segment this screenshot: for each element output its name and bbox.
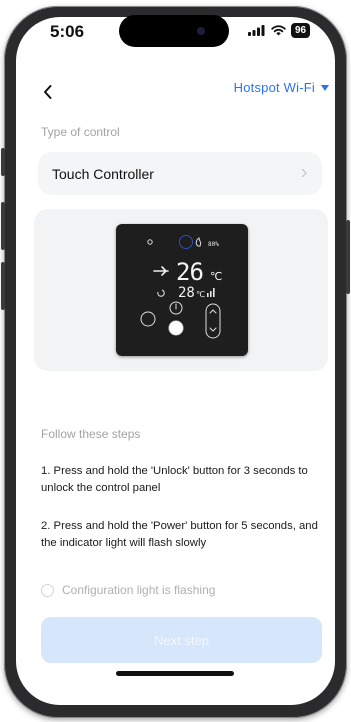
thermostat-display: 80% 26 ℃ 28 ℃	[140, 235, 222, 339]
wifi-icon	[271, 24, 286, 35]
signal-bars-icon	[207, 288, 215, 297]
set-temp-unit: ℃	[196, 290, 205, 299]
power-button	[346, 220, 350, 294]
set-temperature: 28	[178, 285, 195, 301]
volume-down-button	[1, 262, 5, 310]
dynamic-island	[119, 15, 229, 47]
unlock-icon	[153, 266, 169, 276]
device-illustration-card: 80% 26 ℃ 28 ℃	[34, 209, 328, 371]
confirm-label: Configuration light is flashing	[62, 583, 216, 597]
home-indicator	[116, 671, 234, 676]
steps-label: Follow these steps	[41, 427, 141, 441]
battery-percent: 80%	[208, 241, 219, 248]
control-type-label: Type of control	[41, 125, 120, 139]
step-1-text: 1. Press and hold the 'Unlock' button fo…	[41, 465, 308, 494]
mode-button-icon	[168, 320, 184, 336]
volume-up-button	[1, 202, 5, 250]
step-2-text: 2. Press and hold the 'Power' button for…	[41, 520, 318, 549]
thermostat-image: 80% 26 ℃ 28 ℃	[116, 224, 248, 356]
network-label: Hotspot Wi-Fi	[233, 80, 315, 95]
battery-indicator: 96	[291, 22, 311, 38]
lock-icon	[157, 289, 165, 297]
chevron-right-icon	[301, 168, 307, 178]
unlock-ring-icon	[179, 235, 193, 249]
silent-switch	[1, 148, 5, 176]
signal-icon	[248, 24, 265, 36]
settings-gear-icon	[147, 239, 153, 245]
adjust-slider-icon	[205, 303, 221, 339]
caret-down-icon	[321, 85, 329, 91]
current-temp-unit: ℃	[210, 270, 222, 283]
current-temperature: 26	[176, 258, 203, 286]
network-selector[interactable]: Hotspot Wi-Fi	[234, 80, 329, 95]
flashing-confirm-checkbox[interactable]: Configuration light is flashing	[41, 583, 215, 597]
next-step-button[interactable]: Next step	[41, 617, 322, 663]
back-chevron-icon[interactable]	[38, 82, 58, 102]
fan-mode-icon	[140, 311, 156, 327]
flame-icon	[195, 237, 202, 247]
control-type-value: Touch Controller	[52, 165, 154, 182]
status-icons: 96	[248, 22, 311, 38]
control-type-selector[interactable]: Touch Controller	[38, 152, 322, 195]
status-time: 5:06	[50, 22, 85, 41]
confirm-radio[interactable]	[41, 583, 54, 597]
camera-icon	[197, 27, 205, 35]
